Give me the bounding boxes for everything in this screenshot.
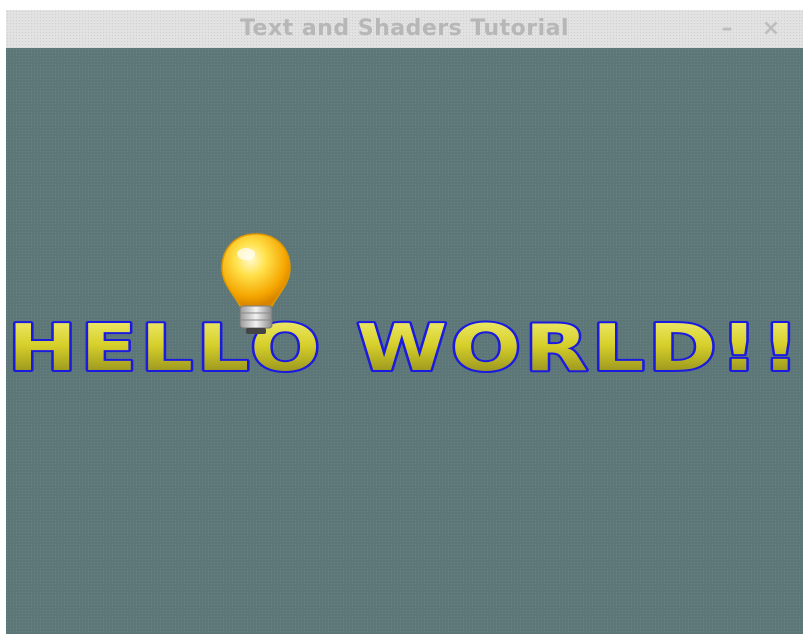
hello-world-text: HELLO WORLD!! [6,310,803,388]
app-window: Text and Shaders Tutorial – × HELLO WORL… [6,10,803,634]
hello-world-label: HELLO WORLD!! [8,312,803,386]
window-title: Text and Shaders Tutorial [239,16,570,41]
title-bar[interactable]: Text and Shaders Tutorial – × [6,10,803,48]
minimize-button[interactable]: – [712,10,742,48]
render-canvas: HELLO WORLD!! [6,48,803,634]
close-button[interactable]: × [756,10,786,48]
lightbulb-icon [221,233,291,334]
